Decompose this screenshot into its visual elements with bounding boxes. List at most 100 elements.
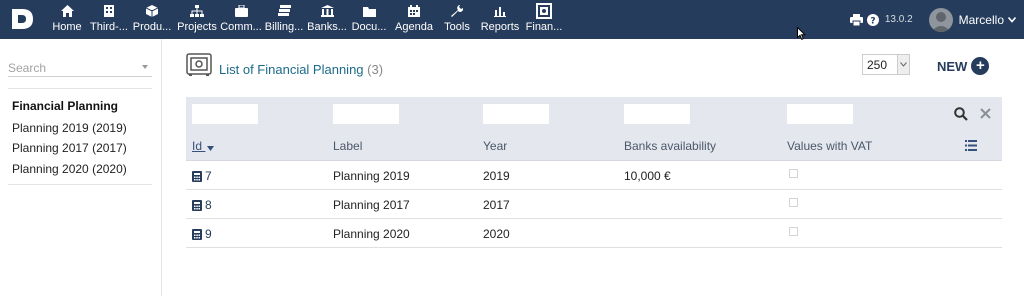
clear-filter-icon[interactable] <box>980 108 991 119</box>
menu-label: Produ... <box>132 21 172 33</box>
row-label: Planning 2020 <box>333 227 410 241</box>
chart-icon <box>493 4 507 18</box>
filter-id-field <box>192 104 258 124</box>
new-button[interactable]: NEW + <box>937 57 990 75</box>
menu-label: Third-... <box>90 21 128 33</box>
row-vat-checkbox <box>789 227 798 236</box>
help-icon[interactable]: ? <box>866 13 879 26</box>
menu-home[interactable]: Home <box>52 0 82 39</box>
divider <box>8 184 152 185</box>
row-banks-availability: 10,000 € <box>624 169 671 183</box>
calendar-icon <box>407 4 421 18</box>
sitemap-icon <box>190 4 204 18</box>
folder-icon <box>362 4 376 18</box>
menu-label: Billing... <box>264 21 304 33</box>
menu-documents[interactable]: Docu... <box>351 0 387 39</box>
column-header-label: Id <box>192 139 203 153</box>
top-right-tools: ? 13.0.2 Marcello <box>849 0 1024 39</box>
filter-year-input[interactable] <box>483 104 549 124</box>
row-year: 2017 <box>483 198 510 212</box>
version-label: 13.0.2 <box>884 14 913 25</box>
menu-reports[interactable]: Reports <box>480 0 520 39</box>
svg-text:?: ? <box>870 16 875 26</box>
row-id-text: 8 <box>205 198 212 212</box>
row-id-link[interactable]: 7 <box>192 169 212 183</box>
table-header: Id Label Year Banks availability Values … <box>186 131 1002 161</box>
menu-label: Comm... <box>220 21 262 33</box>
search-input[interactable] <box>8 59 128 77</box>
column-header-banks-availability[interactable]: Banks availability <box>624 139 716 153</box>
calculator-icon <box>192 170 202 182</box>
sort-desc-icon <box>207 140 215 154</box>
menu-agenda[interactable]: Agenda <box>395 0 433 39</box>
sidebar-item-planning-2020[interactable]: Planning 2020 (2020) <box>12 162 127 176</box>
menu-products[interactable]: Produ... <box>132 0 172 39</box>
dolibarr-logo-icon[interactable] <box>9 6 37 32</box>
cube-icon <box>145 4 159 18</box>
row-id-text: 9 <box>205 227 212 241</box>
divider <box>8 88 152 89</box>
search-field <box>8 59 152 77</box>
briefcase-icon <box>234 4 248 18</box>
chevron-down-icon[interactable] <box>1008 16 1016 23</box>
row-id-text: 7 <box>205 169 212 183</box>
menu-projects[interactable]: Projects <box>177 0 217 39</box>
page-title-text: List of Financial Planning <box>219 62 364 77</box>
left-sidebar: Financial Planning Planning 2019 (2019) … <box>0 39 162 296</box>
menu-tools[interactable]: Tools <box>444 0 470 39</box>
row-id-link[interactable]: 8 <box>192 198 212 212</box>
home-icon <box>60 4 74 18</box>
menu-label: Banks... <box>307 21 347 33</box>
calculator-icon <box>192 228 202 240</box>
row-vat-checkbox <box>789 169 798 178</box>
filter-vat-field <box>787 104 853 124</box>
table-row: 7 Planning 2019 2019 10,000 € <box>186 161 1002 190</box>
menu-label: Reports <box>480 21 520 33</box>
filter-banks-input[interactable] <box>624 104 690 124</box>
plus-circle-icon: + <box>971 57 990 75</box>
filter-banks-field <box>624 104 690 124</box>
sidebar-item-planning-2017[interactable]: Planning 2017 (2017) <box>12 141 127 155</box>
column-selector-icon[interactable] <box>965 140 977 151</box>
menu-label: Finan... <box>525 21 563 33</box>
row-year: 2020 <box>483 227 510 241</box>
username[interactable]: Marcello <box>959 13 1004 27</box>
page-limit-value: 250 <box>867 57 888 72</box>
filter-row <box>186 97 1002 131</box>
search-icon[interactable] <box>954 107 968 121</box>
menu-financial[interactable]: Finan... <box>526 0 562 39</box>
safe-icon <box>536 3 552 19</box>
menu-label: Tools <box>444 21 470 33</box>
print-icon[interactable] <box>849 13 863 26</box>
search-dropdown-caret-icon[interactable] <box>142 65 148 69</box>
record-count: (3) <box>367 62 384 77</box>
page-limit-select[interactable]: 250 <box>862 54 910 75</box>
row-id-link[interactable]: 9 <box>192 227 212 241</box>
mouse-cursor-icon <box>797 27 806 40</box>
menu-third-parties[interactable]: Third-... <box>90 0 128 39</box>
new-button-label: NEW <box>937 58 968 74</box>
menu-label: Projects <box>177 21 217 33</box>
menu-label: Home <box>52 21 82 33</box>
section-title[interactable]: Financial Planning <box>12 99 118 113</box>
sidebar-item-planning-2019[interactable]: Planning 2019 (2019) <box>12 121 127 135</box>
column-header-id[interactable]: Id <box>192 139 215 154</box>
calculator-icon <box>192 199 202 211</box>
filter-label-input[interactable] <box>333 104 399 124</box>
filter-label-field <box>333 104 399 124</box>
menu-banks[interactable]: Banks... <box>307 0 347 39</box>
filter-year-field <box>483 104 549 124</box>
building-icon <box>102 4 116 18</box>
filter-id-input[interactable] <box>192 104 258 124</box>
column-header-label[interactable]: Label <box>333 139 362 153</box>
column-header-year[interactable]: Year <box>483 139 507 153</box>
chevron-down-icon[interactable] <box>897 55 909 74</box>
menu-label: Docu... <box>351 21 387 33</box>
money-icon <box>277 4 291 18</box>
avatar[interactable] <box>928 7 953 32</box>
filter-vat-input[interactable] <box>787 104 853 124</box>
column-header-values-with-vat[interactable]: Values with VAT <box>787 139 872 153</box>
menu-label: Agenda <box>395 21 433 33</box>
menu-billing[interactable]: Billing... <box>265 0 303 39</box>
menu-commercial[interactable]: Comm... <box>220 0 262 39</box>
